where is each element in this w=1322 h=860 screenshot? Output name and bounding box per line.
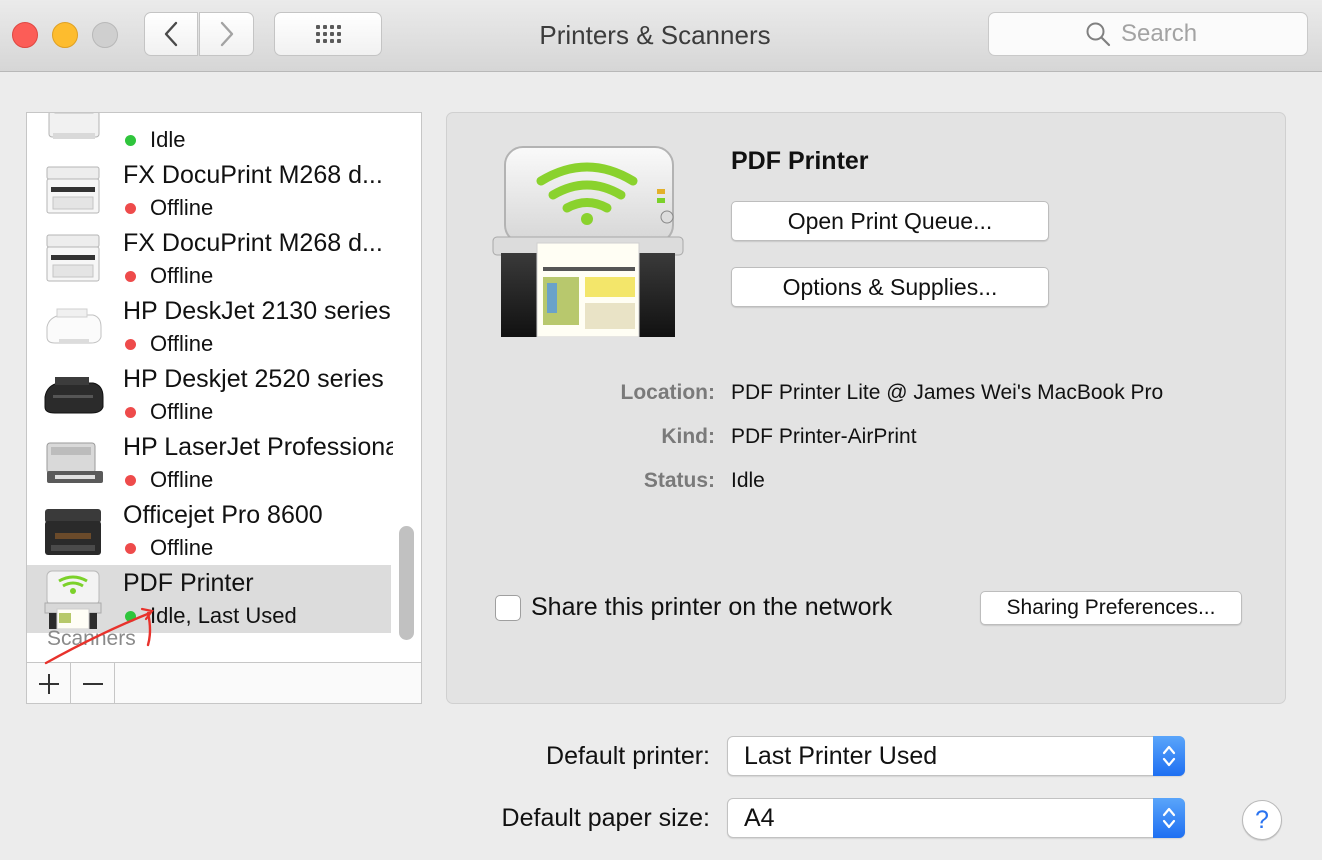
location-label: Location: [620, 381, 716, 404]
minus-icon [82, 682, 103, 685]
printer-status: Offline [123, 263, 213, 289]
printer-detail-panel: PDF Printer Open Print Queue... Options … [446, 112, 1286, 704]
status-dot-icon [125, 610, 136, 622]
paper-size-label: Default paper size: [501, 804, 710, 832]
multifunction-printer-icon [46, 166, 100, 214]
status-dot-icon [125, 202, 136, 214]
kind-value: PDF Printer-AirPrint [731, 425, 917, 448]
printer-name: Officejet Pro 8600 [123, 501, 323, 529]
window-title: Printers & Scanners [539, 20, 771, 50]
status-dot-icon [125, 270, 136, 282]
laser-printer-icon [48, 113, 100, 139]
printer-row[interactable]: HP LaserJet Professional Offline [27, 429, 393, 497]
printer-status: Offline [123, 467, 213, 493]
options-supplies-button[interactable]: Options & Supplies... [731, 267, 1049, 307]
printer-status-text: Offline [150, 467, 214, 492]
printer-name: PDF Printer [123, 569, 254, 597]
question-icon: ? [1255, 805, 1269, 834]
remove-printer-button[interactable] [71, 663, 115, 704]
printer-title: PDF Printer [731, 147, 869, 175]
share-printer-checkbox[interactable] [495, 595, 521, 621]
printer-status-text: Offline [150, 331, 214, 356]
help-button[interactable]: ? [1242, 800, 1282, 840]
scrollbar-thumb[interactable] [399, 526, 414, 640]
paper-size-popup[interactable]: A4 [727, 798, 1185, 838]
printer-name: FX DocuPrint M268 d... [123, 161, 383, 189]
printer-row[interactable]: FX DocuPrint M268 d... Offline [27, 225, 391, 293]
chevron-updown-icon [1153, 736, 1185, 776]
status-dot-icon [125, 406, 136, 418]
printer-status: Idle, Last Used [123, 603, 297, 629]
share-printer-label[interactable]: Share this printer on the network [531, 593, 892, 622]
status-label: Status: [643, 469, 715, 492]
chevron-right-icon [220, 21, 233, 47]
officejet-printer-icon [45, 509, 101, 555]
printer-list-rows: Idle FX DocuPrint M268 d... Offline FX D… [27, 113, 393, 633]
location-value: PDF Printer Lite @ James Wei's MacBook P… [731, 381, 1164, 404]
printer-row[interactable]: FX DocuPrint M268 d... Offline [27, 157, 391, 225]
kind-label: Kind: [661, 425, 715, 448]
pdf-printer-icon [492, 146, 684, 337]
printer-name: HP Deskjet 2520 series [123, 365, 384, 393]
status-dot-icon [125, 134, 136, 146]
default-printer-label: Default printer: [546, 742, 710, 770]
multifunction-printer-icon [46, 234, 100, 282]
chevron-updown-icon [1153, 798, 1185, 838]
printer-row[interactable]: HP DeskJet 2130 series Offline [27, 293, 391, 361]
close-icon[interactable] [12, 22, 38, 48]
printer-status-text: Offline [150, 263, 214, 288]
printer-name: HP DeskJet 2130 series [123, 297, 391, 325]
printer-status: Offline [123, 195, 213, 221]
title-bar: Printers & Scanners [0, 0, 1322, 72]
add-printer-button[interactable] [27, 663, 71, 704]
printer-status-text: Offline [150, 195, 214, 220]
printer-status: Idle [123, 127, 185, 153]
default-printer-popup[interactable]: Last Printer Used [727, 736, 1185, 776]
search-field[interactable] [988, 12, 1308, 56]
printer-row[interactable]: Idle [27, 113, 391, 157]
printer-row-selected[interactable]: PDF Printer Idle, Last Used [27, 565, 391, 633]
chevron-left-icon [164, 21, 178, 47]
forward-button[interactable] [199, 12, 254, 56]
paper-size-value: A4 [744, 804, 775, 832]
printer-status-text: Idle, Last Used [150, 603, 297, 628]
printer-name: HP LaserJet Professional [123, 433, 393, 461]
printer-list-panel: Idle FX DocuPrint M268 d... Offline FX D… [26, 112, 422, 704]
printer-status-text: Offline [150, 399, 214, 424]
status-dot-icon [125, 474, 136, 486]
printer-row[interactable]: Officejet Pro 8600 Offline [27, 497, 391, 565]
inkjet-printer-icon [46, 308, 102, 344]
printer-list[interactable]: Idle FX DocuPrint M268 d... Offline FX D… [27, 113, 421, 662]
back-button[interactable] [144, 12, 198, 56]
search-icon [1086, 22, 1111, 47]
status-value: Idle [731, 469, 765, 492]
sharing-preferences-button[interactable]: Sharing Preferences... [980, 591, 1242, 625]
printer-status-text: Idle [150, 127, 186, 152]
printer-name: FX DocuPrint M268 d... [123, 229, 383, 257]
pdf-printer-icon [44, 570, 102, 629]
status-dot-icon [125, 338, 136, 350]
default-printer-value: Last Printer Used [744, 742, 938, 770]
zoom-icon[interactable] [92, 22, 118, 48]
printer-status-text: Offline [150, 535, 214, 560]
printer-row[interactable]: HP Deskjet 2520 series Offline [27, 361, 391, 429]
minimize-icon[interactable] [52, 22, 78, 48]
list-footer [27, 662, 421, 704]
printer-status: Offline [123, 331, 213, 357]
printer-status: Offline [123, 535, 213, 561]
inkjet-printer-dark-icon [44, 377, 104, 414]
laser-printer-icon [46, 442, 103, 483]
search-input[interactable] [1121, 20, 1211, 48]
open-print-queue-button[interactable]: Open Print Queue... [731, 201, 1049, 241]
scanners-section-label: Scanners [47, 627, 136, 650]
status-dot-icon [125, 542, 136, 554]
printer-status: Offline [123, 399, 213, 425]
plus-icon [38, 673, 59, 694]
show-all-button[interactable] [274, 12, 382, 56]
grid-icon [315, 25, 341, 43]
